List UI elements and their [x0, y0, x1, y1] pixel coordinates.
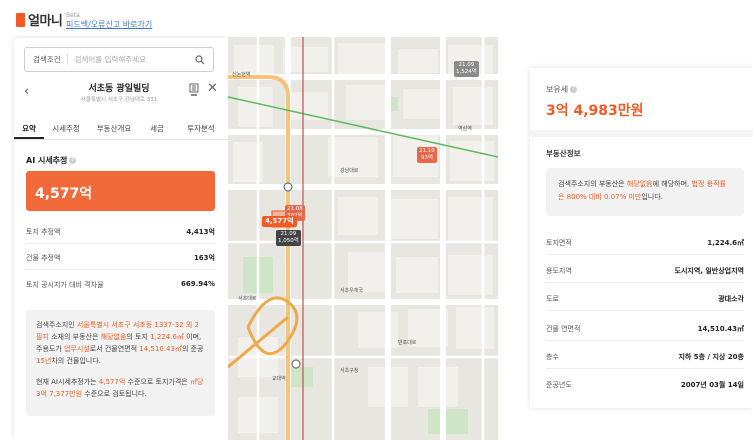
logo[interactable]: 얼마니 [16, 10, 63, 29]
estimate-row: 건물 추정액 163억 [26, 254, 215, 262]
info-row: 준공년도 2007년 03월 14일 [546, 381, 744, 389]
holding-tax-title: 보유세? [546, 84, 578, 95]
logo-mark-icon [16, 12, 25, 27]
info-row: 토지면적 1,224.6㎡ [546, 239, 744, 247]
map-label: 서초대로 [238, 296, 257, 302]
search-bar[interactable]: 검색조건 검색어를 입력해주세요 [24, 47, 214, 72]
divider [26, 269, 215, 270]
right-panel: 보유세? 3억 4,983만원 부동산정보 검색주소지의 부동산은 해당없음에 … [530, 68, 753, 408]
section-divider [530, 130, 753, 137]
back-arrow-icon[interactable]: ‹ [24, 84, 29, 99]
tab-bar: 요약 시세추정 부동산개요 세금 투자분석 [14, 118, 228, 140]
ai-estimate-title: AI 시세추정? [26, 155, 77, 166]
map-pin-selected[interactable]: 4,577억 [262, 216, 297, 227]
divider [546, 282, 744, 283]
divider [546, 368, 744, 369]
ai-estimate-price: 4,577억 [26, 171, 215, 211]
divider [26, 243, 215, 244]
map-pin[interactable]: 21.10 93억 [417, 147, 437, 163]
map-label: 서초우체국 [340, 288, 364, 294]
map-label: 교대역 [272, 376, 286, 382]
map-pin[interactable]: 21.09 1,524억 [454, 61, 479, 77]
info-icon[interactable]: ? [570, 86, 578, 93]
tab-property-overview[interactable]: 부동산개요 [88, 118, 140, 139]
tab-price-estimate[interactable]: 시세추정 [44, 118, 88, 139]
info-icon[interactable]: ? [69, 157, 77, 164]
tab-summary[interactable]: 요약 [14, 118, 44, 139]
info-row: 층수 지하 5층 / 지상 20층 [546, 353, 744, 361]
property-info-title: 부동산정보 [546, 149, 581, 158]
map-label: 역삼역 [458, 126, 472, 132]
divider [546, 310, 744, 311]
close-icon[interactable]: ✕ [207, 81, 218, 96]
info-row: 용도지역 도시지역, 일반상업지역 [546, 267, 744, 275]
map-label: 신논현역 [232, 72, 251, 78]
map-view[interactable]: 21.09 1,524억 21.10 93억 21.08 382억 4,577억… [228, 37, 498, 440]
tab-investment[interactable]: 투자분석 [174, 118, 228, 139]
beta-badge: Beta [66, 12, 80, 19]
building-address: 서울특별시 서초구 강남대로 331 [80, 97, 158, 103]
summary-description: 검색주소지인 서울특별시 서초구 서초동 1337-32 외 2필지 소재의 부… [26, 310, 215, 416]
left-panel: 얼마니 Beta 피드백/오류신고 바로가기 검색조건 검색어를 입력해주세요 … [0, 0, 228, 440]
map-pin[interactable]: 21.09 1,050억 [276, 230, 301, 246]
tab-tax[interactable]: 세금 [140, 118, 174, 139]
search-input[interactable]: 검색어를 입력해주세요 [68, 54, 195, 65]
map-label: 강남대로 [340, 168, 359, 174]
divider [546, 254, 744, 255]
map-canvas[interactable] [228, 37, 498, 440]
estimate-row: 토지 추정액 4,413억 [26, 228, 215, 236]
property-notice: 검색주소지의 부동산은 해당없음에 해당하며, 법정 용적률은 800% 대비 … [546, 168, 744, 216]
building-name: 서초동 광일빌딩 [88, 84, 150, 94]
holding-tax-value: 3억 4,983만원 [546, 103, 644, 119]
feedback-link[interactable]: 피드백/오류신고 바로가기 [66, 19, 152, 30]
search-condition-button[interactable]: 검색조건 [33, 54, 68, 65]
search-icon[interactable] [195, 54, 205, 65]
logo-text: 얼마니 [28, 14, 63, 29]
info-row: 건물 연면적 14,510.43㎡ [546, 325, 744, 333]
info-row: 도로 광대소각 [546, 295, 744, 303]
divider [546, 340, 744, 341]
building-header: ‹ 서초동 광일빌딩 서울특별시 서초구 강남대로 331 ✕ [24, 80, 218, 110]
map-label: 서초구청 [340, 368, 359, 374]
estimate-row: 토지 공시지가 대비 격차율 669.94% [26, 280, 215, 289]
map-label: 반포대로 [398, 340, 417, 346]
share-icon[interactable] [187, 82, 201, 98]
